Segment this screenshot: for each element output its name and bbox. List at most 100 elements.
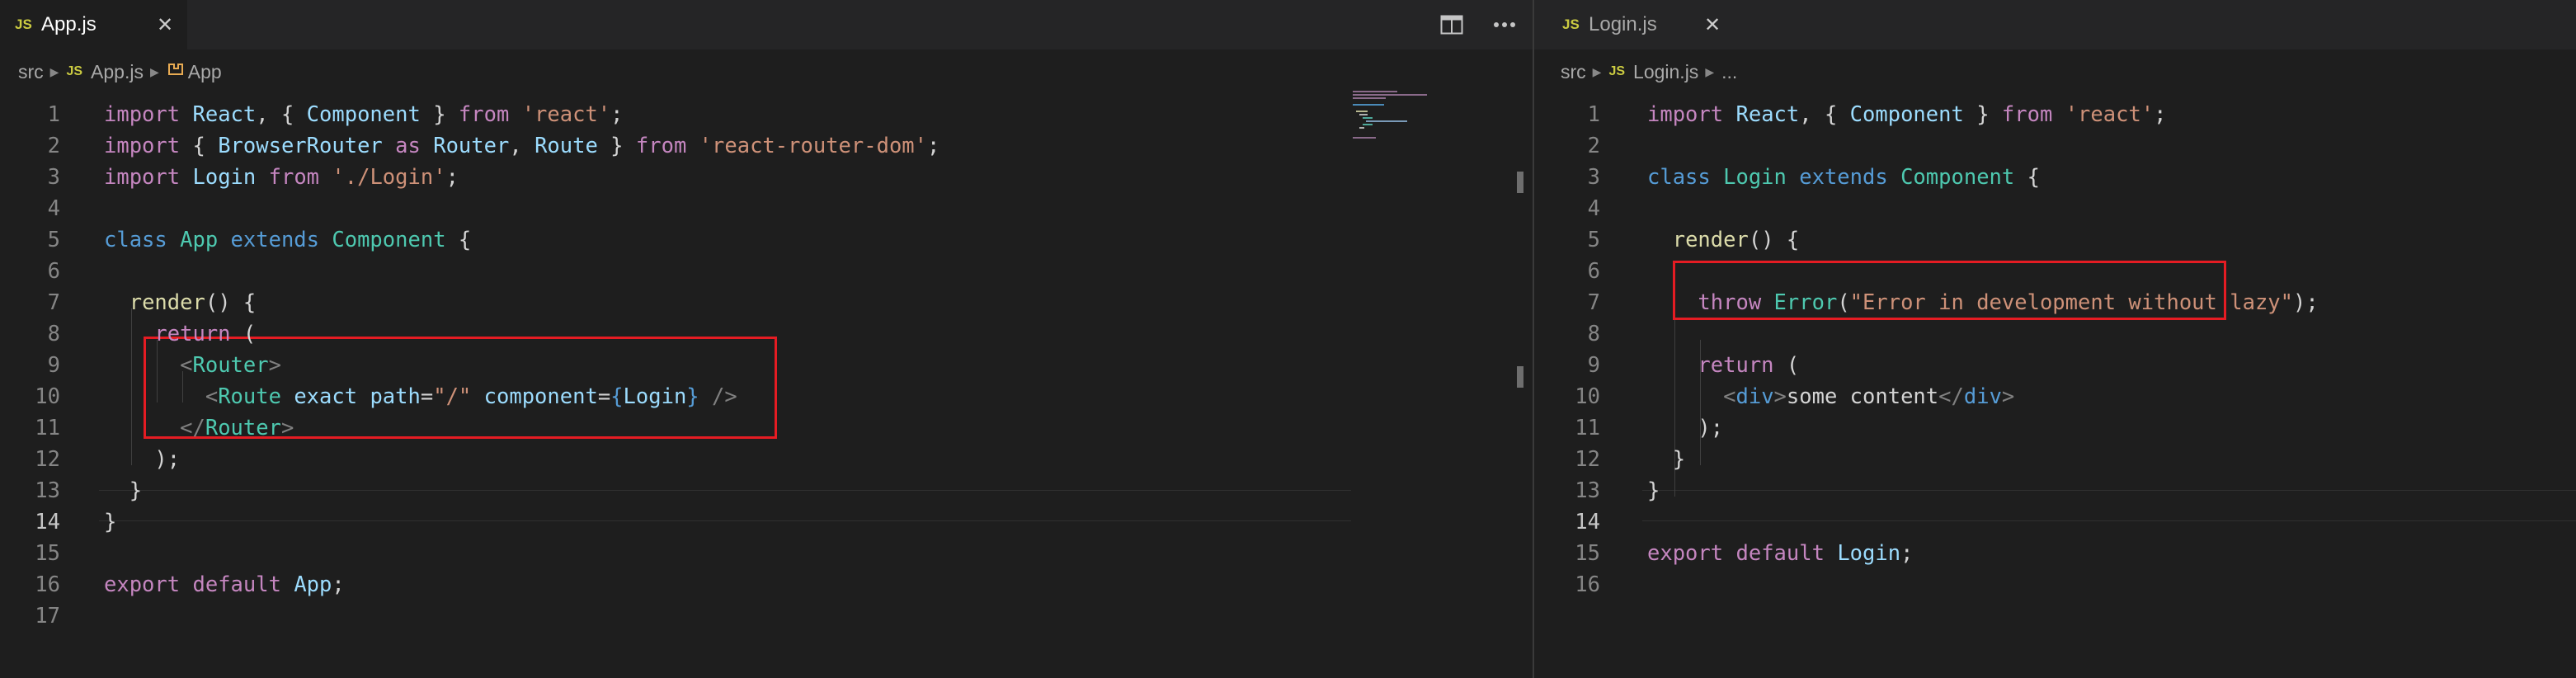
code-line[interactable]: 14 [1534, 506, 2576, 538]
split-editor-icon[interactable] [1439, 12, 1465, 38]
vertical-scrollbar[interactable] [1514, 89, 1526, 678]
code-token: Login [192, 165, 257, 190]
code-token: exact [294, 384, 358, 409]
code-line[interactable]: 5 class App extends Component { [0, 224, 1533, 256]
code-token: Router [192, 353, 269, 378]
code-line[interactable]: 1 import React, { Component } from 'react… [0, 99, 1533, 130]
code-line[interactable]: 16 export default App; [0, 569, 1533, 600]
code-line[interactable]: 4 [1534, 193, 2576, 224]
code-line[interactable]: 4 [0, 193, 1533, 224]
line-number: 9 [47, 353, 60, 378]
code-line[interactable]: 3 class Login extends Component { [1534, 162, 2576, 193]
code-text: } [1647, 475, 1660, 506]
code-text: import Login from './Login'; [104, 162, 459, 193]
close-tab-icon[interactable]: ✕ [157, 13, 173, 36]
code-token: Error [1773, 290, 1838, 315]
code-token: , [509, 134, 535, 158]
code-line[interactable]: 13 } [0, 475, 1533, 506]
code-token: ; [2154, 102, 2167, 127]
code-line[interactable]: 10 <div>some content</div> [1534, 381, 2576, 412]
javascript-file-icon: JS [1562, 16, 1580, 32]
code-token: default [1735, 541, 1825, 566]
more-actions-icon[interactable] [1491, 12, 1518, 38]
code-token: ( [1837, 290, 1850, 315]
code-token: class [1647, 165, 1711, 190]
line-number: 5 [47, 228, 60, 252]
code-token: Route [218, 384, 281, 409]
breadcrumb-file[interactable]: Login.js [1633, 61, 1698, 83]
code-token: return [1698, 353, 1774, 378]
code-line[interactable]: 6 [0, 256, 1533, 287]
breadcrumb: src ▶ JS App.js ▶ App [18, 56, 222, 87]
code-editor[interactable]: 1 import React, { Component } from 'react… [0, 89, 1533, 678]
code-token: render [1672, 228, 1749, 252]
line-number: 8 [47, 322, 60, 346]
code-line[interactable]: 6 [1534, 256, 2576, 287]
code-line[interactable]: 14} [0, 506, 1533, 538]
code-line[interactable]: 10 <Route exact path="/" component={Logi… [0, 381, 1533, 412]
code-line[interactable]: 7 throw Error("Error in development with… [1534, 287, 2576, 318]
code-line[interactable]: 16 [1534, 569, 2576, 600]
code-token: component [483, 384, 598, 409]
code-line[interactable]: 1 import React, { Component } from 'react… [1534, 99, 2576, 130]
code-line[interactable]: 11 ); [1534, 412, 2576, 444]
code-line[interactable]: 8 [1534, 318, 2576, 350]
code-token: ); [104, 447, 181, 472]
code-token: from [268, 165, 320, 190]
code-token: Login [623, 384, 687, 409]
minimap[interactable] [1353, 89, 1518, 155]
line-number: 3 [47, 165, 60, 190]
code-line[interactable]: 8 return ( [0, 318, 1533, 350]
breadcrumb-file[interactable]: App.js [91, 61, 144, 83]
javascript-file-icon: JS [66, 64, 83, 78]
code-editor[interactable]: 1 import React, { Component } from 'react… [1534, 89, 2576, 678]
breadcrumb-folder[interactable]: src [18, 61, 44, 83]
line-number: 12 [35, 447, 60, 472]
breadcrumb-symbol[interactable]: App [188, 61, 222, 83]
code-line[interactable]: 3 import Login from './Login'; [0, 162, 1533, 193]
close-tab-icon[interactable]: ✕ [1704, 13, 1721, 36]
code-token: 'react' [521, 102, 611, 127]
code-token: as [395, 134, 421, 158]
code-line[interactable]: 15 [0, 538, 1533, 569]
code-line[interactable]: 5 render() { [1534, 224, 2576, 256]
line-number: 1 [47, 102, 60, 127]
code-text: } [1647, 444, 1685, 475]
chevron-right-icon: ▶ [49, 64, 59, 78]
code-text: } [104, 506, 116, 538]
code-line[interactable]: 17 [0, 600, 1533, 632]
breadcrumb-symbol[interactable]: ... [1721, 61, 1737, 83]
code-token: Router [205, 416, 281, 440]
code-line[interactable]: 2 import { BrowserRouter as Router, Route… [0, 130, 1533, 162]
code-text: export default App; [104, 569, 345, 600]
code-token: export [104, 572, 181, 597]
breadcrumb-folder[interactable]: src [1561, 61, 1586, 83]
code-line[interactable]: 12 } [1534, 444, 2576, 475]
code-token: 'react' [2065, 102, 2155, 127]
code-token: Route [535, 134, 598, 158]
code-text: return ( [1647, 350, 1799, 381]
tab-login-js[interactable]: JS Login.js ✕ [1534, 0, 1732, 49]
tab-app-js[interactable]: JS App.js ✕ [0, 0, 187, 49]
code-line[interactable]: 2 [1534, 130, 2576, 162]
code-token: Router [433, 134, 510, 158]
code-line[interactable]: 15 export default Login; [1534, 538, 2576, 569]
code-line[interactable]: 12 ); [0, 444, 1533, 475]
code-line[interactable]: 13} [1534, 475, 2576, 506]
code-token: > [280, 416, 294, 440]
line-number: 4 [47, 196, 60, 221]
code-line[interactable]: 7 render() { [0, 287, 1533, 318]
line-number: 14 [1575, 510, 1600, 534]
code-line[interactable]: 9 return ( [1534, 350, 2576, 381]
code-line[interactable]: 9 <Router> [0, 350, 1533, 381]
code-line[interactable]: 11 </Router> [0, 412, 1533, 444]
